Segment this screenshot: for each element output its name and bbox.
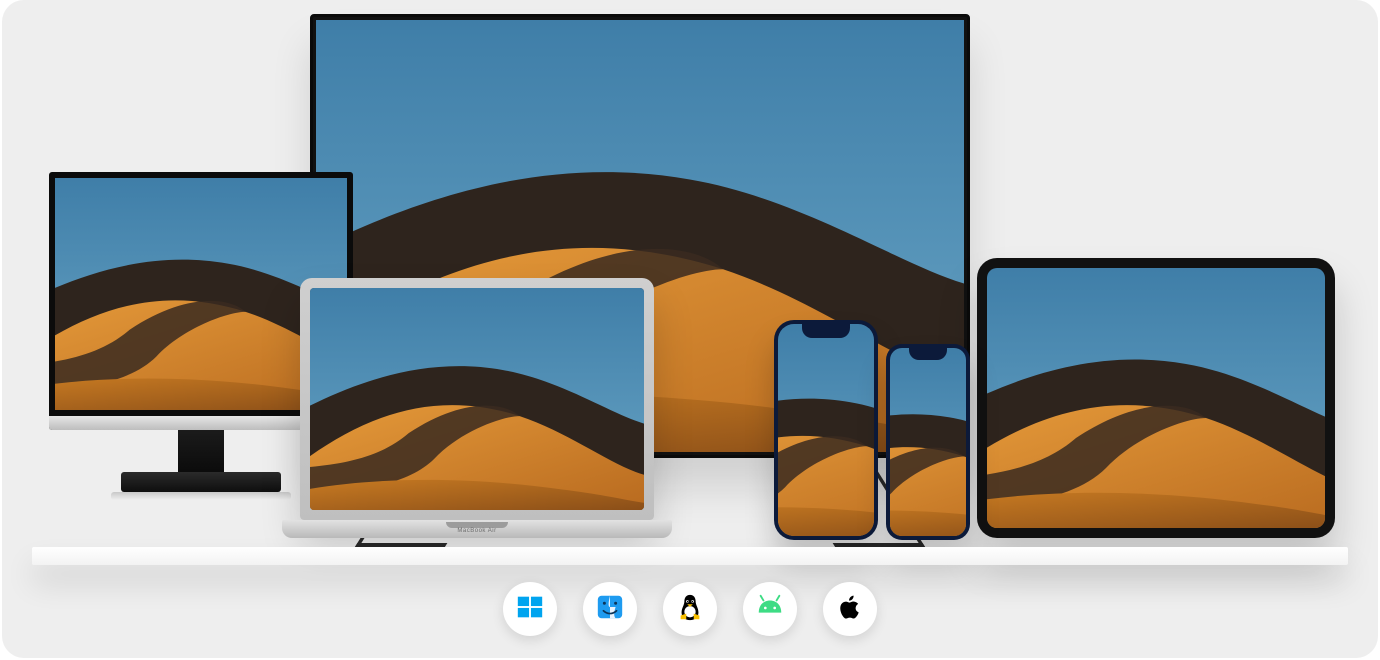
platform-ios[interactable] xyxy=(823,582,877,636)
finder-icon xyxy=(595,592,625,627)
phone-small-screen xyxy=(890,348,966,536)
platform-macos[interactable] xyxy=(583,582,637,636)
laptop-device: MacBook Air xyxy=(282,278,672,548)
tablet-screen xyxy=(987,268,1325,528)
platform-android[interactable] xyxy=(743,582,797,636)
phone-large-screen xyxy=(778,324,874,536)
tux-icon xyxy=(675,592,705,627)
shelf xyxy=(32,547,1348,565)
phone-small-device xyxy=(886,344,970,540)
windows-icon xyxy=(515,592,545,627)
hero-card: MacBook Air xyxy=(2,0,1378,658)
phone-notch-icon xyxy=(802,324,850,338)
platform-row xyxy=(2,582,1378,636)
laptop-screen xyxy=(310,288,644,510)
android-icon xyxy=(755,592,785,627)
apple-icon xyxy=(835,592,865,627)
laptop-brand-label: MacBook Air xyxy=(282,528,672,534)
phone-large-device xyxy=(774,320,878,540)
phone-notch-icon xyxy=(909,348,947,360)
laptop-lid xyxy=(300,278,654,520)
platform-windows[interactable] xyxy=(503,582,557,636)
device-stage: MacBook Air xyxy=(2,0,1378,560)
tablet-device xyxy=(977,258,1335,538)
platform-linux[interactable] xyxy=(663,582,717,636)
monitor-stand xyxy=(121,472,281,492)
